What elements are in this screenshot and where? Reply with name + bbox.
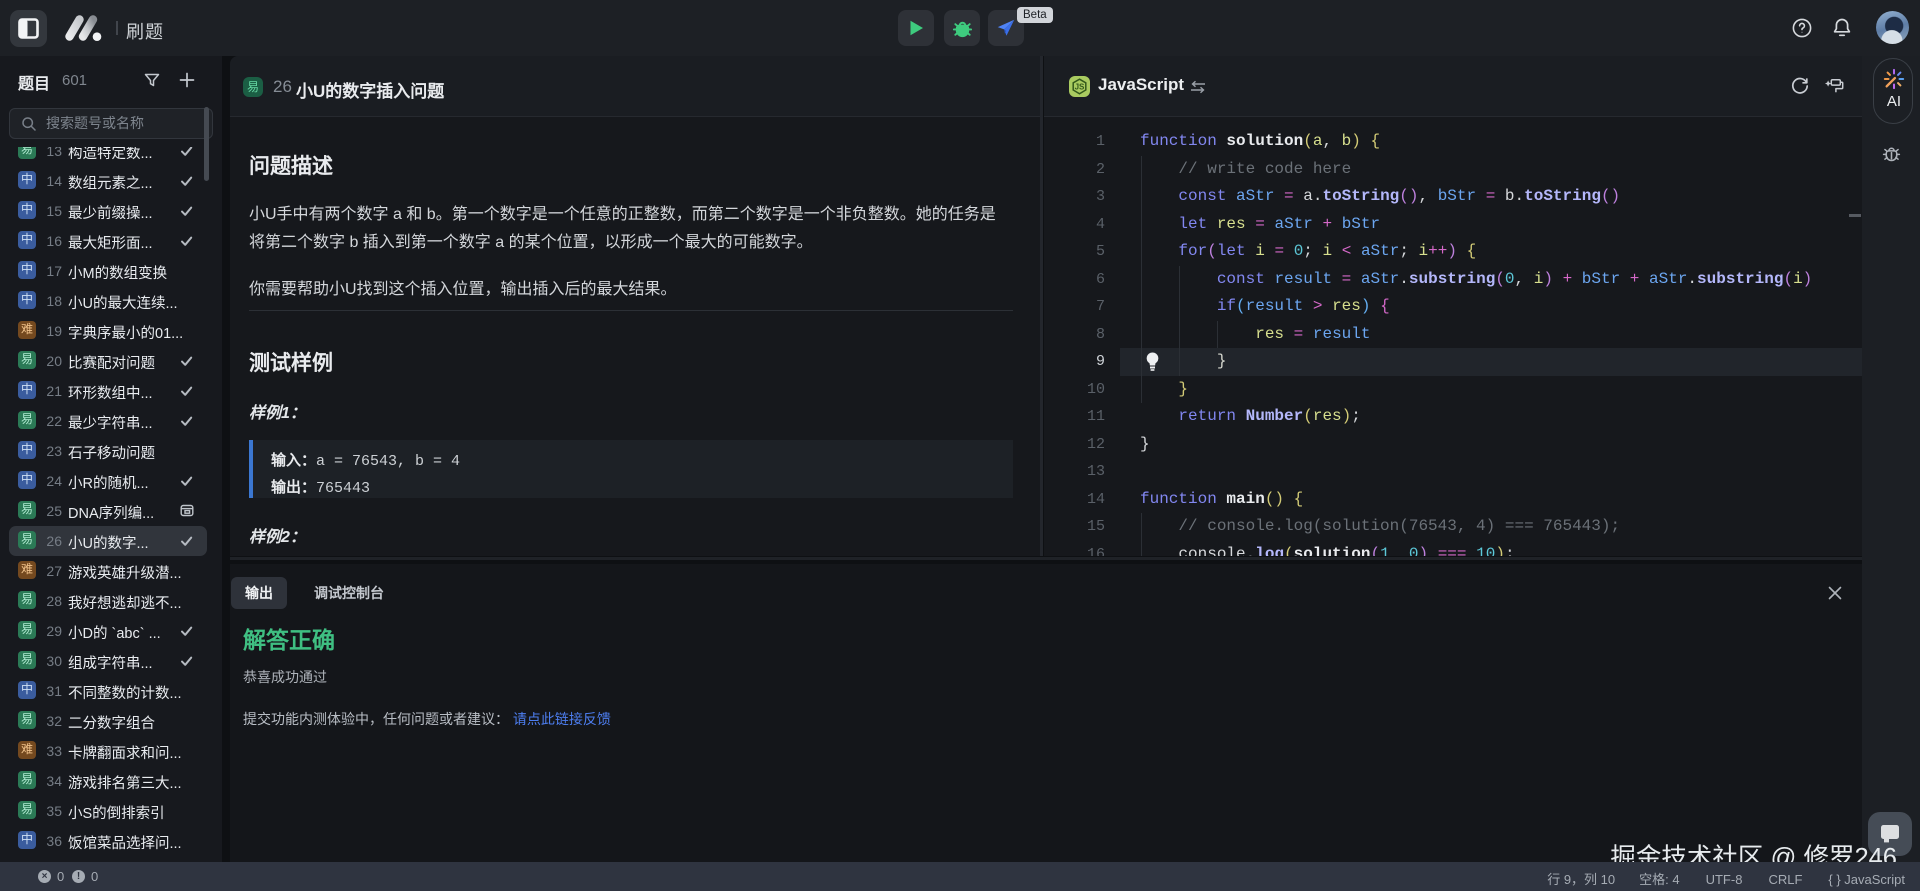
svg-text:JS: JS: [1075, 83, 1085, 92]
